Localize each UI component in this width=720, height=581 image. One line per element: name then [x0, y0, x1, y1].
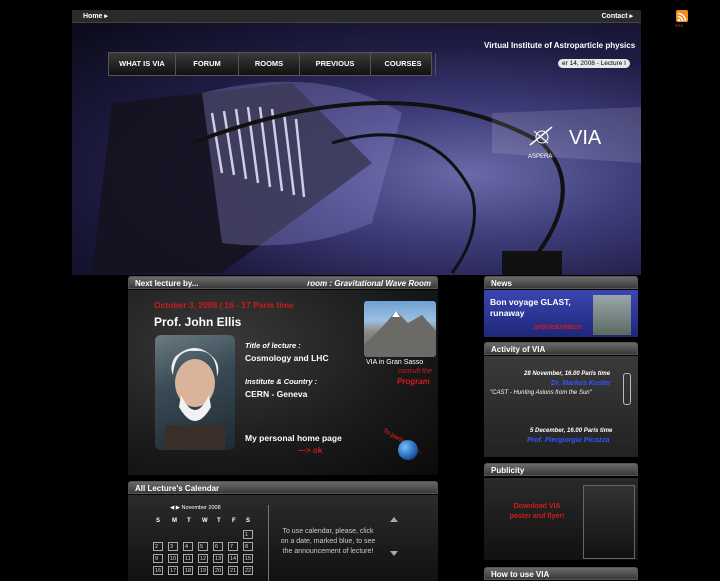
calendar-title: All Lecture's Calendar	[135, 484, 220, 493]
news-headline[interactable]: Bon voyage GLAST, runaway	[490, 297, 585, 319]
activity-header: Activity of VIA	[484, 342, 638, 355]
main-menu: WHAT IS VIA FORUM ROOMS PREVIOUS COURSES	[108, 52, 436, 76]
calendar-day[interactable]: 17	[168, 566, 178, 575]
calendar-day[interactable]: 9	[153, 554, 163, 563]
program-link[interactable]: Program	[397, 377, 430, 386]
news-title-label: News	[491, 279, 512, 288]
calendar-day[interactable]: 12	[198, 554, 208, 563]
calendar-day[interactable]: 13	[213, 554, 223, 563]
publicity-download-link[interactable]: Download VIA poster and flyer!	[508, 502, 566, 522]
lecturer-name: Prof. John Ellis	[154, 315, 242, 329]
menu-previous[interactable]: PREVIOUS	[300, 53, 371, 75]
lecture-date-ticker[interactable]: er 14, 2008 - Lecture I	[558, 59, 630, 68]
howto-title-label: How to use VIA	[491, 570, 550, 579]
activity-scroll-icon[interactable]	[623, 373, 631, 405]
aspera-logo-icon	[529, 126, 553, 146]
activity-item2-speaker[interactable]: Prof. Piergiorgio Picozza	[527, 437, 609, 444]
calendar-day[interactable]: 19	[198, 566, 208, 575]
room-label[interactable]: room : Gravitational Wave Room	[307, 277, 431, 290]
menu-what-is-via[interactable]: WHAT IS VIA	[109, 53, 176, 75]
institute-label: Institute & Country :	[245, 377, 318, 386]
publicity-title-label: Publicity	[491, 466, 525, 475]
lecture-title-label: Title of lecture :	[245, 341, 301, 350]
calendar-month-nav[interactable]: ◀ ▶ November 2008	[170, 505, 221, 511]
rss-icon[interactable]	[676, 10, 688, 22]
news-image[interactable]	[593, 295, 631, 335]
calendar-day[interactable]: 15	[243, 554, 253, 563]
news-header: News	[484, 276, 638, 289]
rss-label: RSS	[675, 23, 684, 28]
site-title: Virtual Institute of Astroparticle physi…	[484, 41, 636, 50]
lecture-date: October 3, 2008 | 16 - 17 Paris time	[154, 300, 294, 310]
calendar-day[interactable]: 20	[213, 566, 223, 575]
calendar-day[interactable]: 3	[168, 542, 178, 551]
institute-value: CERN - Geneva	[245, 389, 308, 399]
calendar-divider	[268, 505, 269, 581]
home-page-link[interactable]: My personal home page	[245, 433, 342, 443]
calendar-day[interactable]: 10	[168, 554, 178, 563]
lecture-title-value: Cosmology and LHC	[245, 353, 329, 363]
top-nav-bar: Home ▸ Contact ▸	[72, 10, 641, 23]
globe-icon[interactable]	[398, 440, 418, 460]
next-lecture-header: Next lecture by... room : Gravitational …	[128, 276, 438, 289]
calendar-day[interactable]: 21	[228, 566, 238, 575]
calendar-header: All Lecture's Calendar	[128, 481, 438, 494]
publicity-header: Publicity	[484, 463, 638, 476]
contact-link[interactable]: Contact ▸	[601, 12, 633, 20]
activity-item1-date: 28 November, 16.00 Paris time	[524, 371, 611, 377]
news-article-link[interactable]: article&videos	[534, 324, 582, 331]
consult-label: consult the	[398, 368, 432, 375]
calendar-day[interactable]: 7	[228, 542, 238, 551]
hero-banner: Virtual Institute of Astroparticle physi…	[72, 23, 641, 275]
poster-thumbnail[interactable]	[583, 485, 635, 559]
calendar-day[interactable]: 4	[183, 542, 193, 551]
activity-item1-title: "CAST - Hunting Axions from the Sun"	[490, 390, 592, 396]
calendar-day[interactable]: 2	[153, 542, 163, 551]
lecturer-photo	[155, 335, 235, 450]
activity-item1-speaker[interactable]: Dr. Markus Kuster	[551, 380, 611, 387]
next-lecture-title: Next lecture by...	[135, 279, 199, 288]
home-link[interactable]: Home ▸	[83, 12, 108, 20]
calendar-day[interactable]: 1	[243, 530, 253, 539]
calendar-day[interactable]: 14	[228, 554, 238, 563]
home-page-arrow[interactable]: —> ok	[298, 446, 322, 455]
calendar-help: To use calendar, please, click on a date…	[280, 528, 376, 555]
calendar-day[interactable]: 11	[183, 554, 193, 563]
via-logo: VIA	[569, 127, 602, 149]
activity-item2-date: 5 December, 16.00 Paris time	[530, 428, 613, 434]
activity-title-label: Activity of VIA	[491, 345, 546, 354]
menu-rooms[interactable]: ROOMS	[239, 53, 300, 75]
calendar-day[interactable]: 6	[213, 542, 223, 551]
menu-forum[interactable]: FORUM	[176, 53, 239, 75]
howto-header[interactable]: How to use VIA	[484, 567, 638, 580]
gran-sasso-caption: VIA in Gran Sasso	[366, 359, 424, 366]
menu-courses[interactable]: COURSES	[371, 53, 436, 75]
calendar-day[interactable]: 8	[243, 542, 253, 551]
calendar-day[interactable]: 5	[198, 542, 208, 551]
calendar-day[interactable]: 16	[153, 566, 163, 575]
calendar-day[interactable]: 22	[243, 566, 253, 575]
aspera-label: ASPERA	[528, 154, 553, 160]
calendar-scroll-icon[interactable]	[390, 517, 398, 557]
gran-sasso-image[interactable]	[364, 301, 436, 357]
calendar-day[interactable]: 18	[183, 566, 193, 575]
